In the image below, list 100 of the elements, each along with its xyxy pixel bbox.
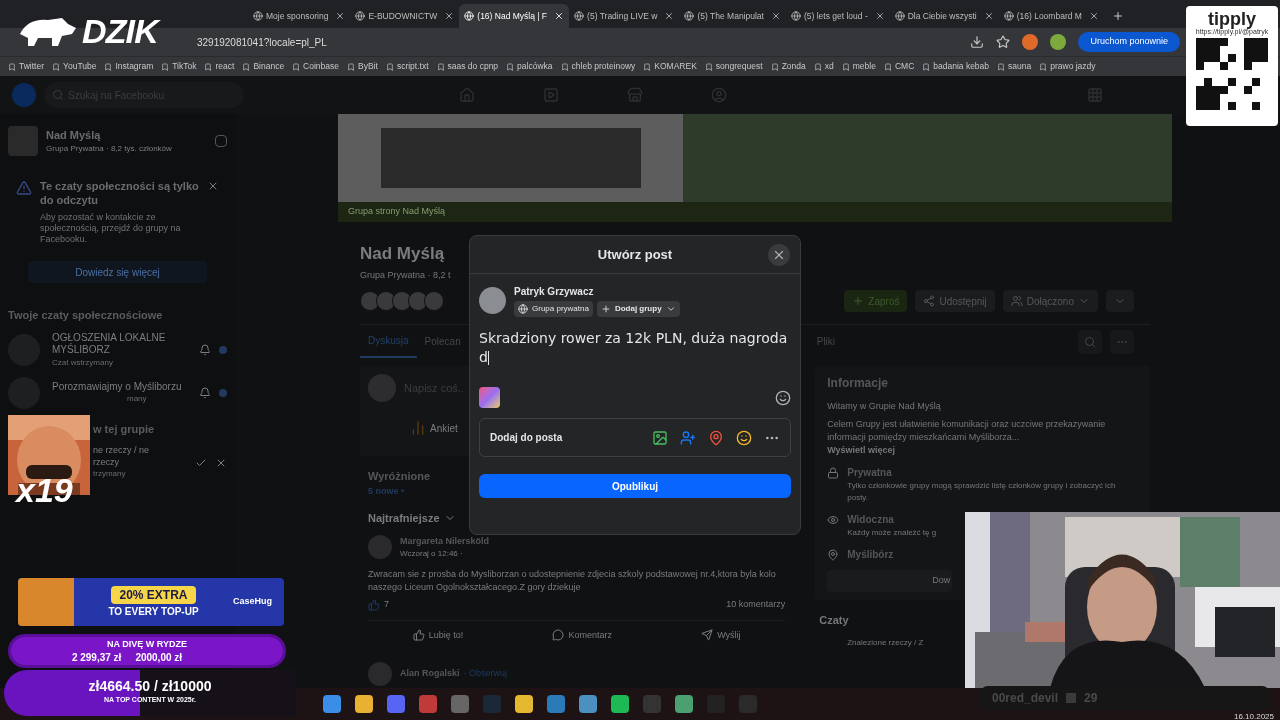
address-text[interactable]: 329192081041?locale=pl_PL xyxy=(197,34,959,50)
featured-title: Wyróżnione xyxy=(368,469,432,484)
comment-count[interactable]: 10 komentarzy xyxy=(726,598,786,612)
tab-title: (5) Trading LIVE w xyxy=(587,9,658,23)
chat-status: Czat wstrzymany xyxy=(52,356,114,369)
text-style-icon[interactable] xyxy=(479,387,500,408)
photo-icon[interactable] xyxy=(652,429,668,446)
profile-avatar[interactable] xyxy=(1050,34,1067,50)
bookmark-item[interactable]: chleb proteinowy xyxy=(560,60,636,73)
info-button[interactable]: Dow xyxy=(827,570,953,592)
bookmark-item[interactable]: YouTube xyxy=(52,60,97,73)
bookmark-item[interactable]: palcówka xyxy=(506,60,553,73)
tag-people-icon[interactable] xyxy=(680,429,696,446)
taskbar-app-icon[interactable] xyxy=(579,695,597,713)
close-icon[interactable] xyxy=(770,11,781,21)
restart-button[interactable]: Uruchom ponownie xyxy=(1078,32,1180,52)
muted-bell-icon xyxy=(199,386,211,399)
like-icon xyxy=(368,598,380,611)
site-icon xyxy=(790,11,801,21)
taskbar-app-icon[interactable] xyxy=(547,695,565,713)
extension-icon[interactable] xyxy=(1022,34,1039,50)
bookmark-item[interactable]: KOMAREK xyxy=(643,60,697,73)
taskbar-app-icon[interactable] xyxy=(419,695,437,713)
emoji-icon[interactable] xyxy=(775,389,791,406)
lock-icon xyxy=(827,467,840,479)
poll-button[interactable]: Ankiet xyxy=(430,420,458,436)
feeling-icon[interactable] xyxy=(736,429,752,446)
bookmark-item[interactable]: Zonda xyxy=(770,60,806,73)
bookmark-item[interactable]: CMC xyxy=(883,60,915,73)
bookmark-item[interactable]: ByBit xyxy=(347,60,378,73)
audience-button[interactable]: Grupa prywatna xyxy=(514,301,593,317)
square-icon xyxy=(1066,693,1077,703)
chat-name[interactable]: OGŁOSZENIA LOKALNE MYŚLIBORZ xyxy=(52,331,191,357)
post-action[interactable]: Komentarz xyxy=(552,628,612,642)
browser-tab[interactable]: Dla Ciebie wszysti xyxy=(889,4,999,28)
chat-name[interactable]: Porozmawiajmy o Myśliborzu xyxy=(52,380,191,393)
bookmark-item[interactable]: Instagram xyxy=(104,60,154,73)
close-button[interactable] xyxy=(768,244,790,266)
browser-tab[interactable]: Moje sponsoring xyxy=(248,4,351,28)
add-groups-button[interactable]: Dodaj grupy xyxy=(596,301,680,317)
bookmark-item[interactable]: meble xyxy=(841,60,876,73)
taskbar-app-icon[interactable] xyxy=(675,695,693,713)
user-name: Patryk Grzywacz xyxy=(514,285,595,299)
bookmark-item[interactable]: xd xyxy=(813,60,834,73)
close-icon[interactable] xyxy=(444,11,455,21)
close-icon[interactable] xyxy=(874,11,885,21)
close-icon[interactable] xyxy=(664,11,675,21)
taskbar-app-icon[interactable] xyxy=(611,695,629,713)
browser-tab[interactable]: E-BUDOWNICTW xyxy=(350,4,460,28)
site-icon xyxy=(355,11,366,21)
taskbar-app-icon[interactable] xyxy=(355,695,373,713)
close-icon[interactable] xyxy=(207,180,219,192)
taskbar-app-icon[interactable] xyxy=(515,695,533,713)
close-icon[interactable] xyxy=(335,11,346,21)
bookmark-icon xyxy=(883,62,892,71)
taskbar-app-icon[interactable] xyxy=(451,695,469,713)
bookmark-item[interactable]: Binance xyxy=(242,60,285,73)
location-icon[interactable] xyxy=(708,429,724,446)
tab-title: E-BUDOWNICTW xyxy=(368,9,438,23)
bookmark-item[interactable]: prawo jazdy xyxy=(1039,60,1096,73)
bookmark-item[interactable]: Coinbase xyxy=(292,60,340,73)
bookmark-icon xyxy=(997,62,1006,71)
browser-tab[interactable]: (5) The Manipulat xyxy=(679,4,786,28)
bookmark-item[interactable]: react xyxy=(204,60,235,73)
browser-tab[interactable]: (16) Nad Myślą | F xyxy=(459,4,570,28)
taskbar-app-icon[interactable] xyxy=(323,695,341,713)
bookmark-item[interactable]: songrequest xyxy=(704,60,763,73)
post-text-field[interactable]: Skradziony rower za 12k PLN, duża nagroda d xyxy=(470,317,800,387)
chat-name[interactable]: ne rzeczy / ne rzeczy xyxy=(93,445,153,468)
sidebar-toggle-icon[interactable] xyxy=(215,135,227,147)
plus-icon xyxy=(852,295,865,307)
browser-tab[interactable]: (16) Loombard M xyxy=(998,4,1104,28)
taskbar-app-icon[interactable] xyxy=(387,695,405,713)
bookmark-item[interactable]: TikTok xyxy=(161,60,197,73)
group-name[interactable]: Nad Myślą xyxy=(46,126,207,144)
chat-preview[interactable]: Znalezione rzeczy / Z xyxy=(847,636,924,649)
bookmark-icon xyxy=(1039,62,1048,71)
like-icon xyxy=(412,629,425,642)
people-icon xyxy=(1010,295,1023,307)
bookmark-item[interactable]: sauna xyxy=(997,60,1032,73)
post-action[interactable]: Lubię to! xyxy=(412,628,464,642)
browser-tab[interactable]: (5) Trading LIVE w xyxy=(569,4,680,28)
close-icon[interactable] xyxy=(554,11,565,21)
bookmark-item[interactable]: script.txt xyxy=(385,60,429,73)
post-action[interactable]: Wyślij xyxy=(701,628,741,642)
close-icon[interactable] xyxy=(983,11,994,21)
new-tab-icon[interactable] xyxy=(1111,10,1124,22)
download-icon[interactable] xyxy=(970,35,985,49)
bookmark-item[interactable]: saas do cpnp xyxy=(436,60,499,73)
close-icon[interactable] xyxy=(1088,11,1099,21)
learn-more-button[interactable]: Dowiedz się więcej xyxy=(28,261,207,284)
description-text: Celem Grupy jest ułatwienie komunikacji oraz uczciwe przekazywanie informacji pomiędzy mieszkańcami Myśliborza... xyxy=(827,417,1107,444)
comment-icon xyxy=(552,629,565,642)
see-more-link[interactable]: Wyświetl więcej xyxy=(827,443,1138,457)
sort-label[interactable]: Najtrafniejsze xyxy=(368,510,440,527)
browser-tab[interactable]: (5) lets get loud - xyxy=(785,4,890,28)
bookmark-item[interactable]: badania kebab xyxy=(922,60,990,73)
publish-button[interactable]: Opublikuj xyxy=(479,474,791,498)
bookmark-item[interactable]: Twitter xyxy=(8,60,45,73)
bookmark-star-icon[interactable] xyxy=(996,35,1011,49)
